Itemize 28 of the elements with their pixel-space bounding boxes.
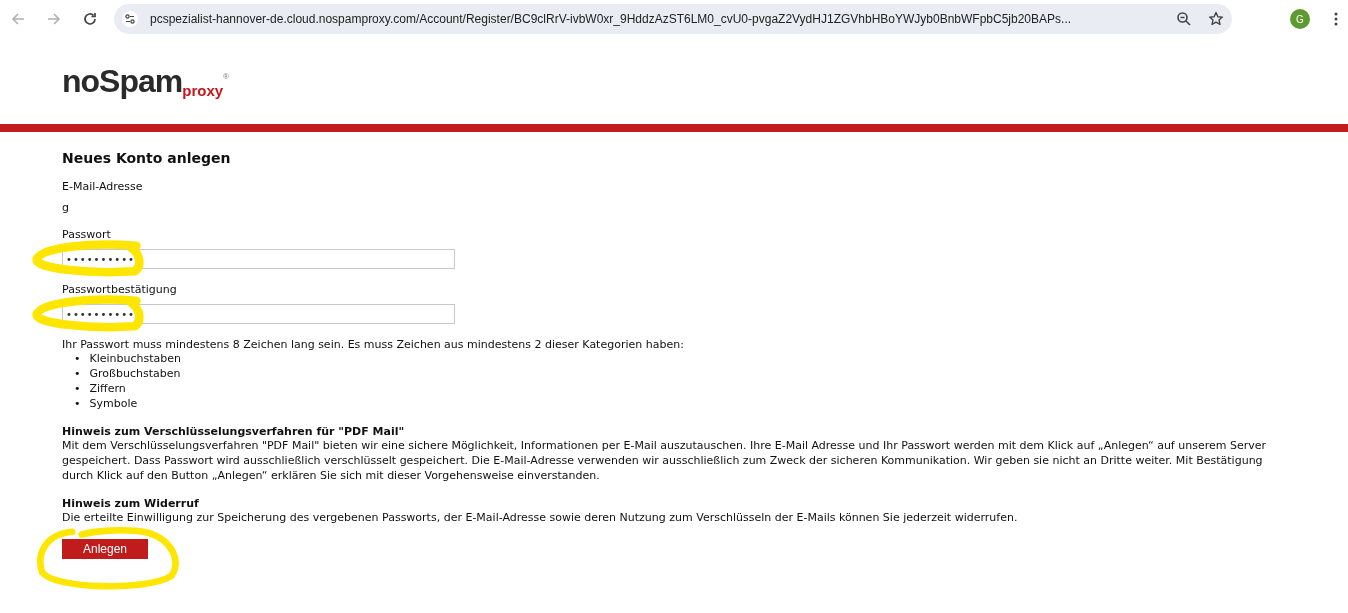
zoom-icon[interactable] <box>1176 11 1192 27</box>
bullet-mark: • <box>74 381 81 396</box>
email-value: g <box>62 201 70 214</box>
url-text: pcspezialist-hannover-de.cloud.nospamproxy.com/Account/Register/BC9clRrV-ivbW0xr_9HddzAzST6LM0_cvU0-pvgaZ2VydHJ1ZGVhbHBoYWJyb0BnbWFpbC5jb20BAPs... <box>150 12 1073 26</box>
star-icon[interactable] <box>1208 11 1224 27</box>
menu-icon[interactable] <box>1334 11 1338 27</box>
field-label: Passwortbestätigung <box>62 283 177 296</box>
password-field[interactable]: •••••••••• <box>62 249 455 269</box>
field-label: Passwort <box>62 228 111 241</box>
password-field[interactable]: •••••••••• <box>62 304 455 324</box>
bullet-mark: • <box>74 366 81 381</box>
field-label: E-Mail-Adresse <box>62 180 143 193</box>
reload-icon[interactable] <box>82 11 98 27</box>
rule-item: Kleinbuchstaben <box>89 351 182 366</box>
page-title: Neues Konto anlegen <box>62 150 232 166</box>
bullet-mark: • <box>74 396 81 411</box>
rule-item: Großbuchstaben <box>89 366 181 381</box>
rule-item: Ziffern <box>89 381 126 396</box>
address-bar[interactable]: pcspezialist-hannover-de.cloud.nospamproxy.com/Account/Register/BC9clRrV-ivbW0xr_9HddzAzST6LM0_cvU0-pvgaZ2VydHJ1ZGVhbHBoYWJyb0BnbWFpbC5jb20BAPs... <box>114 4 1232 34</box>
notice-heading: Hinweis zum Widerruf <box>62 497 200 510</box>
password-rules-text: Ihr Passwort muss mindestens 8 Zeichen lang sein. Es muss Zeichen aus mindestens 2 dieser Kategorien haben: <box>62 338 685 351</box>
notice-text: Die erteilte Einwilligung zur Speicherung des vergebenen Passworts, der E-Mail-Adresse sowie deren Nutzung zum Verschlüsseln der E-Mails können Sie jederzeit widerrufen. <box>62 510 1019 525</box>
notice-text: Mit dem Verschlüsselungsverfahren "PDF Mail" bieten wir eine sichere Möglichkeit, Informationen per E-Mail auszutauschen. Ihre E-Mail Adresse und Ihr Passwort werden mit dem Klick auf „Anlegen“ auf unserem Server gespeichert. Dass Passwort wird ausschließlich verschlüsselt gespeichert. Die E-Mail-Adresse verwenden wir ausschließlich zum Zweck der sicheren Kommunikation. Wir geben sie nicht an Dritte weiter. Mit Bestätigung durch Klick auf den Button „Anlegen“ erklären Sie sich mit dieser Vorgehensweise einverstanden. <box>62 438 1267 483</box>
rule-item: Symbole <box>89 396 138 411</box>
notice-heading: Hinweis zum Verschlüsselungsverfahren für "PDF Mail" <box>62 425 406 438</box>
site-settings-icon[interactable] <box>120 9 140 29</box>
bullet-mark: • <box>74 351 81 366</box>
submit-button[interactable]: Anlegen <box>62 539 148 559</box>
